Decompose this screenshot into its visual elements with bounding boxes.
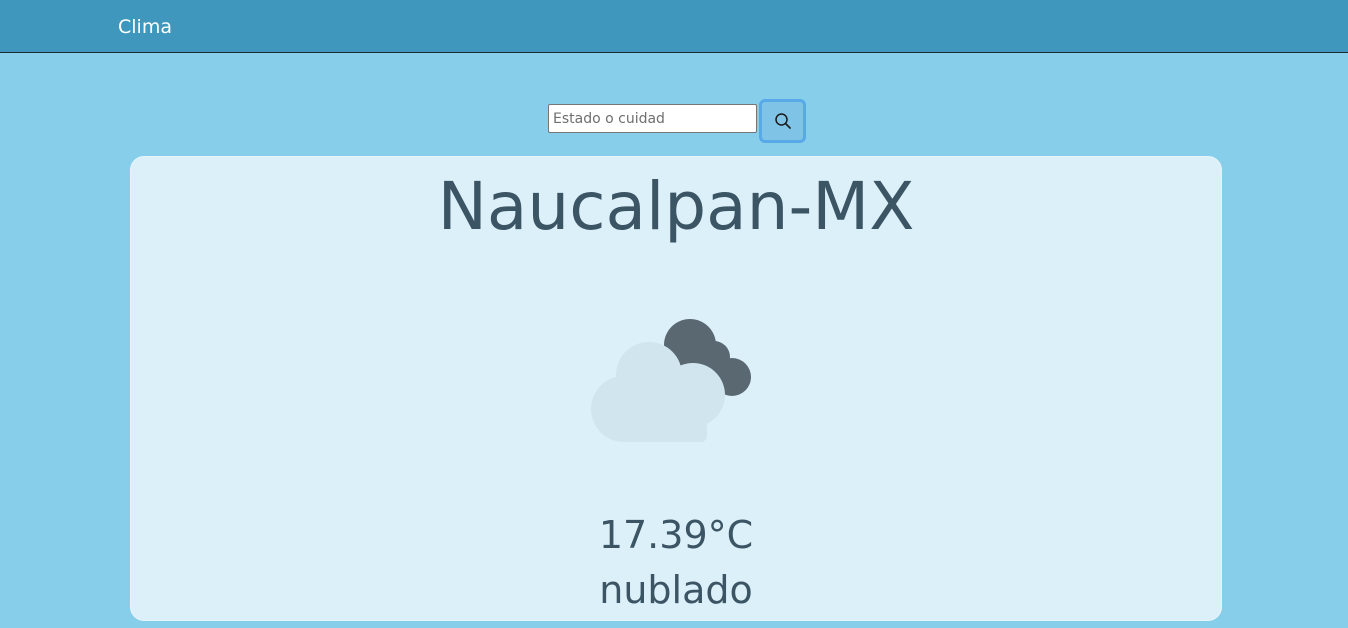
- cloudy-icon: [591, 319, 751, 442]
- search-button[interactable]: [759, 99, 806, 143]
- weather-card: Naucalpan-MX 17.39°C nublado: [130, 156, 1222, 621]
- navbar-brand[interactable]: Clima: [118, 15, 172, 39]
- search-input[interactable]: [548, 104, 757, 133]
- search-icon: [774, 113, 791, 129]
- city-name: Naucalpan-MX: [437, 168, 915, 245]
- temperature: 17.39°C: [598, 513, 754, 557]
- navbar: Clima: [0, 0, 1348, 53]
- weather-description: nublado: [599, 568, 753, 612]
